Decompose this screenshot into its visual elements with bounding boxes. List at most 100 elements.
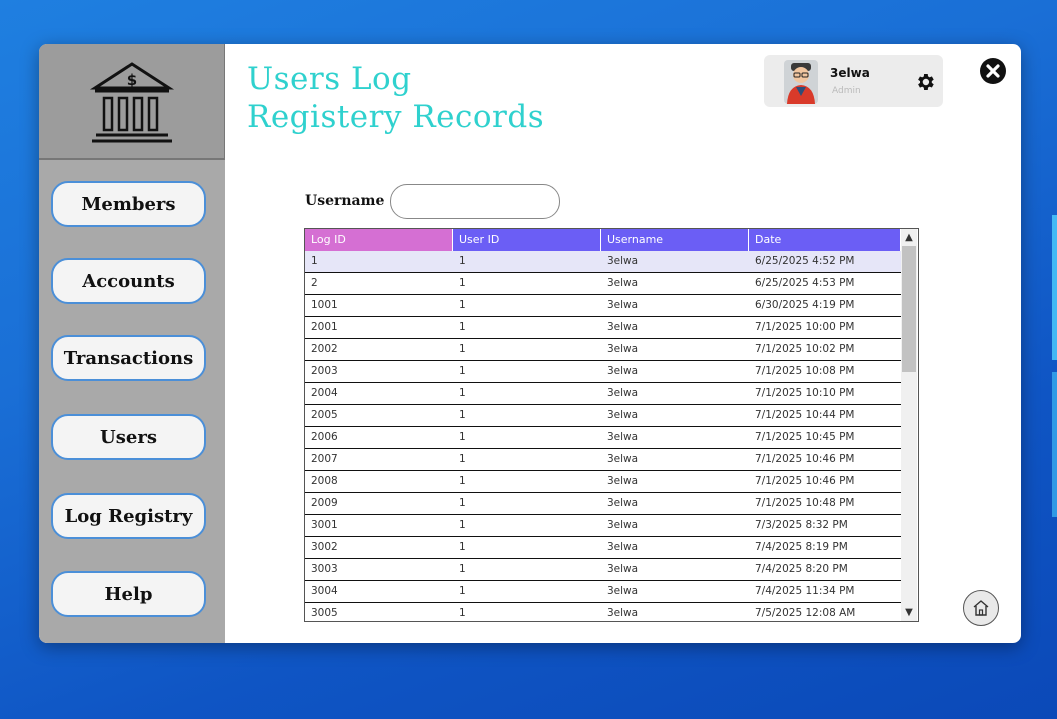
table-row[interactable]: 1001 1 3elwa 6/30/2025 4:19 PM [305, 295, 901, 317]
nav-help-button[interactable]: Help [51, 571, 206, 617]
nav-users-button[interactable]: Users [51, 414, 206, 460]
table-row[interactable]: 2005 1 3elwa 7/1/2025 10:44 PM [305, 405, 901, 427]
table-cell: 1 [459, 299, 466, 311]
table-cell: 2005 [311, 409, 338, 421]
app-window: $ Members Accounts Transactions Users Lo… [39, 44, 1021, 643]
table-cell: 3elwa [607, 387, 639, 399]
close-icon[interactable] [979, 57, 1007, 85]
table-header: Log ID User ID Username Date [305, 229, 901, 251]
table-cell: 7/4/2025 11:34 PM [755, 585, 855, 597]
username-filter-input[interactable] [390, 184, 560, 219]
table-scrollbar[interactable]: ▲ ▼ [901, 229, 917, 621]
table-row[interactable]: 2008 1 3elwa 7/1/2025 10:46 PM [305, 471, 901, 493]
table-row[interactable]: 3001 1 3elwa 7/3/2025 8:32 PM [305, 515, 901, 537]
table-cell: 3elwa [607, 497, 639, 509]
table-cell: 3elwa [607, 431, 639, 443]
table-cell: 7/1/2025 10:48 PM [755, 497, 855, 509]
table-cell: 6/25/2025 4:52 PM [755, 255, 855, 267]
table-cell: 7/1/2025 10:08 PM [755, 365, 855, 377]
table-cell: 1 [459, 409, 466, 421]
home-button[interactable] [963, 590, 999, 626]
table-cell: 3elwa [607, 365, 639, 377]
table-row[interactable]: 3002 1 3elwa 7/4/2025 8:19 PM [305, 537, 901, 559]
table-cell: 3elwa [607, 585, 639, 597]
table-cell: 1 [459, 541, 466, 553]
page-title-line2: Registery Records [247, 99, 545, 135]
table-cell: 3elwa [607, 321, 639, 333]
table-cell: 3elwa [607, 541, 639, 553]
table-cell: 7/3/2025 8:32 PM [755, 519, 848, 531]
username-filter-label: Username [305, 193, 385, 209]
table-cell: 1 [459, 343, 466, 355]
table-cell: 1 [459, 255, 466, 267]
table-cell: 3elwa [607, 453, 639, 465]
home-icon [973, 600, 989, 616]
column-header[interactable]: Date [749, 229, 901, 251]
table-cell: 1 [459, 387, 466, 399]
sidebar: $ Members Accounts Transactions Users Lo… [39, 44, 225, 643]
table-cell: 7/4/2025 8:19 PM [755, 541, 848, 553]
table-cell: 3elwa [607, 475, 639, 487]
table-cell: 7/1/2025 10:10 PM [755, 387, 855, 399]
page-title: Users Log Registery Records [247, 60, 544, 136]
table-cell: 1 [459, 585, 466, 597]
column-header[interactable]: User ID [453, 229, 601, 251]
table-cell: 1 [311, 255, 318, 267]
table-cell: 1 [459, 431, 466, 443]
table-cell: 1 [459, 321, 466, 333]
scroll-up-icon[interactable]: ▲ [901, 229, 917, 246]
scroll-down-icon[interactable]: ▼ [901, 604, 917, 621]
table-cell: 2007 [311, 453, 338, 465]
table-cell: 1 [459, 563, 466, 575]
table-row[interactable]: 3004 1 3elwa 7/4/2025 11:34 PM [305, 581, 901, 603]
table-cell: 3003 [311, 563, 338, 575]
nav-transactions-button[interactable]: Transactions [51, 335, 206, 381]
user-profile-card: 3elwa Admin [764, 55, 943, 107]
table-cell: 6/25/2025 4:53 PM [755, 277, 855, 289]
table-cell: 6/30/2025 4:19 PM [755, 299, 855, 311]
table-cell: 2001 [311, 321, 338, 333]
table-cell: 3elwa [607, 255, 639, 267]
table-row[interactable]: 2001 1 3elwa 7/1/2025 10:00 PM [305, 317, 901, 339]
table-cell: 3002 [311, 541, 338, 553]
table-cell: 1 [459, 519, 466, 531]
table-cell: 1001 [311, 299, 338, 311]
log-records-table: Log ID User ID Username Date 1 1 3elwa 6/25/20… [304, 228, 919, 622]
column-header[interactable]: Log ID [305, 229, 453, 251]
desktop-glow-accent [1052, 372, 1057, 517]
table-cell: 7/1/2025 10:00 PM [755, 321, 855, 333]
avatar [784, 60, 818, 104]
gear-icon[interactable] [914, 71, 936, 93]
column-header[interactable]: Username [601, 229, 749, 251]
table-cell: 3elwa [607, 299, 639, 311]
nav-log-registry-button[interactable]: Log Registry [51, 493, 206, 539]
table-cell: 1 [459, 475, 466, 487]
table-row[interactable]: 3005 1 3elwa 7/5/2025 12:08 AM [305, 603, 901, 621]
table-cell: 2009 [311, 497, 338, 509]
table-row[interactable]: 2007 1 3elwa 7/1/2025 10:46 PM [305, 449, 901, 471]
table-cell: 1 [459, 453, 466, 465]
table-cell: 7/1/2025 10:45 PM [755, 431, 855, 443]
nav-members-button[interactable]: Members [51, 181, 206, 227]
table-cell: 3elwa [607, 343, 639, 355]
svg-text:$: $ [126, 71, 136, 89]
table-row[interactable]: 2002 1 3elwa 7/1/2025 10:02 PM [305, 339, 901, 361]
scroll-thumb[interactable] [902, 246, 916, 372]
user-role: Admin [832, 86, 861, 96]
table-cell: 3005 [311, 607, 338, 619]
table-row[interactable]: 2003 1 3elwa 7/1/2025 10:08 PM [305, 361, 901, 383]
table-row[interactable]: 3003 1 3elwa 7/4/2025 8:20 PM [305, 559, 901, 581]
table-cell: 3elwa [607, 519, 639, 531]
table-body: 1 1 3elwa 6/25/2025 4:52 PM 2 1 3elwa 6/25/2025… [305, 251, 901, 621]
table-cell: 1 [459, 365, 466, 377]
nav-accounts-button[interactable]: Accounts [51, 258, 206, 304]
table-row[interactable]: 1 1 3elwa 6/25/2025 4:52 PM [305, 251, 901, 273]
user-name: 3elwa [830, 66, 870, 80]
table-cell: 7/1/2025 10:46 PM [755, 453, 855, 465]
table-row[interactable]: 2004 1 3elwa 7/1/2025 10:10 PM [305, 383, 901, 405]
table-row[interactable]: 2 1 3elwa 6/25/2025 4:53 PM [305, 273, 901, 295]
table-cell: 2003 [311, 365, 338, 377]
table-row[interactable]: 2006 1 3elwa 7/1/2025 10:45 PM [305, 427, 901, 449]
table-row[interactable]: 2009 1 3elwa 7/1/2025 10:48 PM [305, 493, 901, 515]
table-cell: 3elwa [607, 607, 639, 619]
